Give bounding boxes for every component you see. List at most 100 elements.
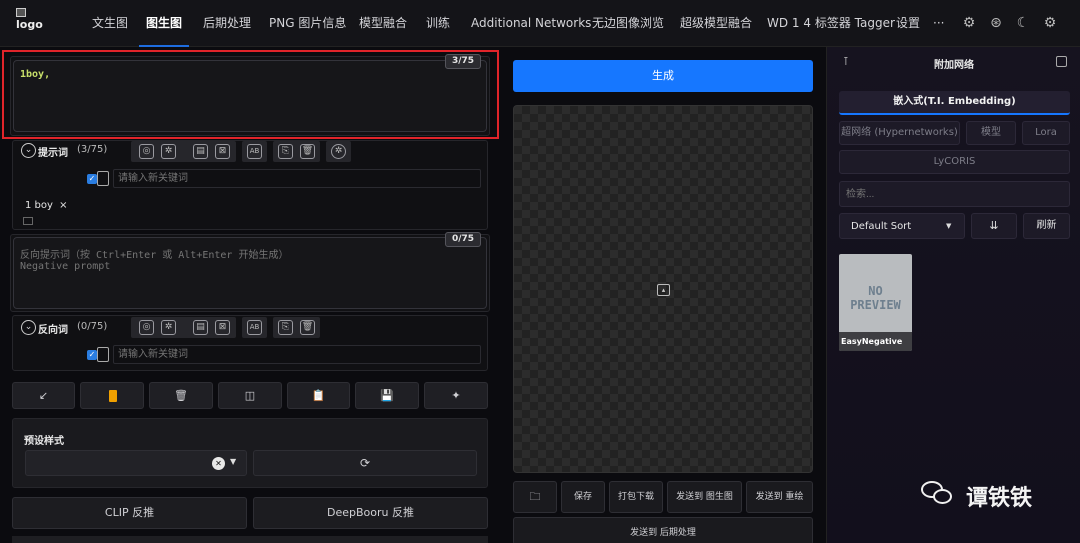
settings-small-icon[interactable]: ✲ bbox=[331, 144, 346, 159]
tab-embedding[interactable]: 嵌入式(T.I. Embedding) bbox=[839, 91, 1070, 115]
sidebar-toggle-icon[interactable] bbox=[1056, 56, 1067, 67]
file-search-icon[interactable]: ▤ bbox=[193, 320, 208, 335]
negative-keyword-checkbox[interactable]: ✓ bbox=[87, 350, 97, 360]
styles-select[interactable]: ✕ ▼ bbox=[25, 450, 247, 476]
prompt-count: (3/75) bbox=[77, 144, 108, 155]
refresh-styles-button[interactable]: ⟳ bbox=[253, 450, 477, 476]
delete-button[interactable]: 🗑 bbox=[149, 382, 213, 409]
extra-networks-title: 附加网络 bbox=[934, 60, 974, 71]
grid-icon[interactable] bbox=[23, 217, 33, 225]
ab-icon[interactable]: AB bbox=[247, 144, 262, 159]
sort-select[interactable]: Default Sort ▼ bbox=[839, 213, 965, 239]
open-folder-button[interactable]: 🗀 bbox=[513, 481, 557, 513]
no-preview-image: NO PREVIEW bbox=[850, 284, 901, 312]
keyword-input[interactable] bbox=[113, 169, 481, 188]
negative-prompt-textarea[interactable] bbox=[13, 237, 487, 309]
tab-checkpoints[interactable]: 模型 bbox=[966, 121, 1016, 145]
tab-png-info[interactable]: PNG 图片信息 bbox=[269, 0, 346, 47]
logo-text: logo bbox=[16, 18, 43, 31]
highlight-box bbox=[2, 50, 499, 139]
tab-super-merger[interactable]: 超级模型融合 bbox=[680, 0, 752, 47]
prompt-tag-label: 1 boy bbox=[25, 200, 53, 211]
bookmark-icon[interactable]: ⊠ bbox=[215, 320, 230, 335]
tab-extras[interactable]: 后期处理 bbox=[203, 0, 251, 47]
negative-keyword-input[interactable] bbox=[113, 345, 481, 364]
network-search-input[interactable] bbox=[839, 181, 1070, 207]
dropdown-caret-icon: ▼ bbox=[946, 222, 952, 230]
zip-download-button[interactable]: 打包下载 bbox=[609, 481, 663, 513]
negative-panel-toggle-icon[interactable] bbox=[97, 347, 109, 362]
panel-button[interactable]: ◫ bbox=[218, 382, 282, 409]
bookmark-icon[interactable]: ⊠ bbox=[215, 144, 230, 159]
dropdown-caret-icon[interactable]: ▼ bbox=[230, 457, 236, 466]
watermark-text: 谭铁铁 bbox=[966, 486, 1033, 511]
negative-collapse-chevron-icon[interactable]: ⌄ bbox=[21, 320, 36, 335]
copy-icon[interactable]: ⎘ bbox=[278, 144, 293, 159]
generate-button[interactable]: 生成 bbox=[513, 60, 813, 92]
tab-img2img[interactable]: 图生图 bbox=[139, 0, 189, 47]
send-to-img2img-button[interactable]: 发送到 图生图 bbox=[667, 481, 742, 513]
trash-icon[interactable]: 🗑 bbox=[300, 144, 315, 159]
send-to-extras-button[interactable]: 发送到 后期处理 bbox=[513, 517, 813, 543]
clipboard-button[interactable]: 📋 bbox=[287, 382, 350, 409]
save-button[interactable]: 保存 bbox=[561, 481, 605, 513]
tab-hypernetworks[interactable]: 超网络 (Hypernetworks) bbox=[839, 121, 960, 145]
prompt-label: 提示词 bbox=[38, 148, 68, 159]
magic-button[interactable]: ✦ bbox=[424, 382, 488, 409]
tab-additional-networks[interactable]: Additional Networks bbox=[471, 0, 591, 47]
clear-icon[interactable]: ✕ bbox=[212, 457, 225, 470]
globe-icon[interactable]: ◎ bbox=[139, 320, 154, 335]
save-style-button[interactable]: 💾 bbox=[355, 382, 419, 409]
prompt-tag[interactable]: 1 boy × bbox=[21, 198, 72, 214]
refresh-networks-button[interactable]: 刷新 bbox=[1023, 213, 1070, 239]
sidebar-icon: ◫ bbox=[244, 389, 256, 402]
magic-wand-icon: ✦ bbox=[451, 389, 461, 402]
tab-lycoris[interactable]: LyCORIS bbox=[839, 150, 1070, 174]
tab-image-browser[interactable]: 无边图像浏览 bbox=[592, 0, 664, 47]
sort-direction-button[interactable]: ⇊ bbox=[971, 213, 1017, 239]
network-card[interactable]: NO PREVIEW EasyNegative bbox=[839, 254, 912, 351]
refresh-icon: ⟳ bbox=[359, 456, 371, 470]
arrow-back-button[interactable]: ↙ bbox=[12, 382, 75, 409]
keyword-checkbox[interactable]: ✓ bbox=[87, 174, 97, 184]
file-search-icon[interactable]: ▤ bbox=[193, 144, 208, 159]
negative-token-counter: 0/75 bbox=[445, 232, 481, 247]
top-navigation-bar: logo 文生图 图生图 后期处理 PNG 图片信息 模型融合 训练 Addit… bbox=[0, 0, 1080, 47]
github-icon[interactable]: ⊛ bbox=[987, 14, 1005, 32]
tab-txt2img[interactable]: 文生图 bbox=[92, 0, 128, 47]
tab-train[interactable]: 训练 bbox=[426, 0, 450, 47]
styles-panel: 预设样式 ✕ ▼ ⟳ bbox=[12, 418, 488, 488]
negative-tools-panel: ⌄ 反向词 (0/75) ◎ ✲ ▤ ⊠ AB ⎘ 🗑 ✓ bbox=[12, 315, 488, 371]
trash-icon: 🗑 bbox=[174, 389, 188, 402]
arrow-down-left-icon: ↙ bbox=[38, 389, 49, 402]
negative-label: 反向词 bbox=[38, 325, 68, 336]
tab-settings[interactable]: 设置 bbox=[896, 0, 920, 47]
settings-icon[interactable]: ⚙ bbox=[960, 14, 978, 32]
cog-icon[interactable]: ✲ bbox=[161, 144, 176, 159]
tab-wd14-tagger[interactable]: WD 1 4 标签器 Tagger bbox=[767, 0, 895, 47]
close-icon[interactable]: × bbox=[59, 200, 67, 211]
copy-icon[interactable]: ⎘ bbox=[278, 320, 293, 335]
moon-icon[interactable]: ☾ bbox=[1014, 14, 1032, 32]
ab-icon[interactable]: AB bbox=[247, 320, 262, 335]
collapse-chevron-icon[interactable]: ⌄ bbox=[21, 143, 36, 158]
image-placeholder-icon: ▴ bbox=[657, 284, 670, 296]
styles-title: 预设样式 bbox=[24, 436, 64, 447]
cog-icon[interactable]: ✲ bbox=[161, 320, 176, 335]
trash-icon[interactable]: 🗑 bbox=[300, 320, 315, 335]
paint-button[interactable] bbox=[80, 382, 144, 409]
color-swatch-icon bbox=[109, 390, 117, 402]
tab-checkpoint-merger[interactable]: 模型融合 bbox=[359, 0, 407, 47]
sort-value: Default Sort bbox=[851, 221, 912, 232]
output-image-canvas[interactable]: ▴ bbox=[513, 105, 813, 473]
globe-icon[interactable]: ◎ bbox=[139, 144, 154, 159]
extra-networks-panel: ⊺ 附加网络 嵌入式(T.I. Embedding) 超网络 (Hypernet… bbox=[826, 47, 1080, 543]
tab-more[interactable]: ··· bbox=[933, 0, 944, 47]
panel-toggle-icon[interactable] bbox=[97, 171, 109, 186]
deepbooru-interrogate-button[interactable]: DeepBooru 反推 bbox=[253, 497, 488, 529]
tab-lora[interactable]: Lora bbox=[1022, 121, 1070, 145]
clipboard-icon: 📋 bbox=[311, 389, 326, 402]
clip-interrogate-button[interactable]: CLIP 反推 bbox=[12, 497, 247, 529]
send-to-inpaint-button[interactable]: 发送到 重绘 bbox=[746, 481, 813, 513]
gear-icon[interactable]: ⚙ bbox=[1041, 14, 1059, 32]
